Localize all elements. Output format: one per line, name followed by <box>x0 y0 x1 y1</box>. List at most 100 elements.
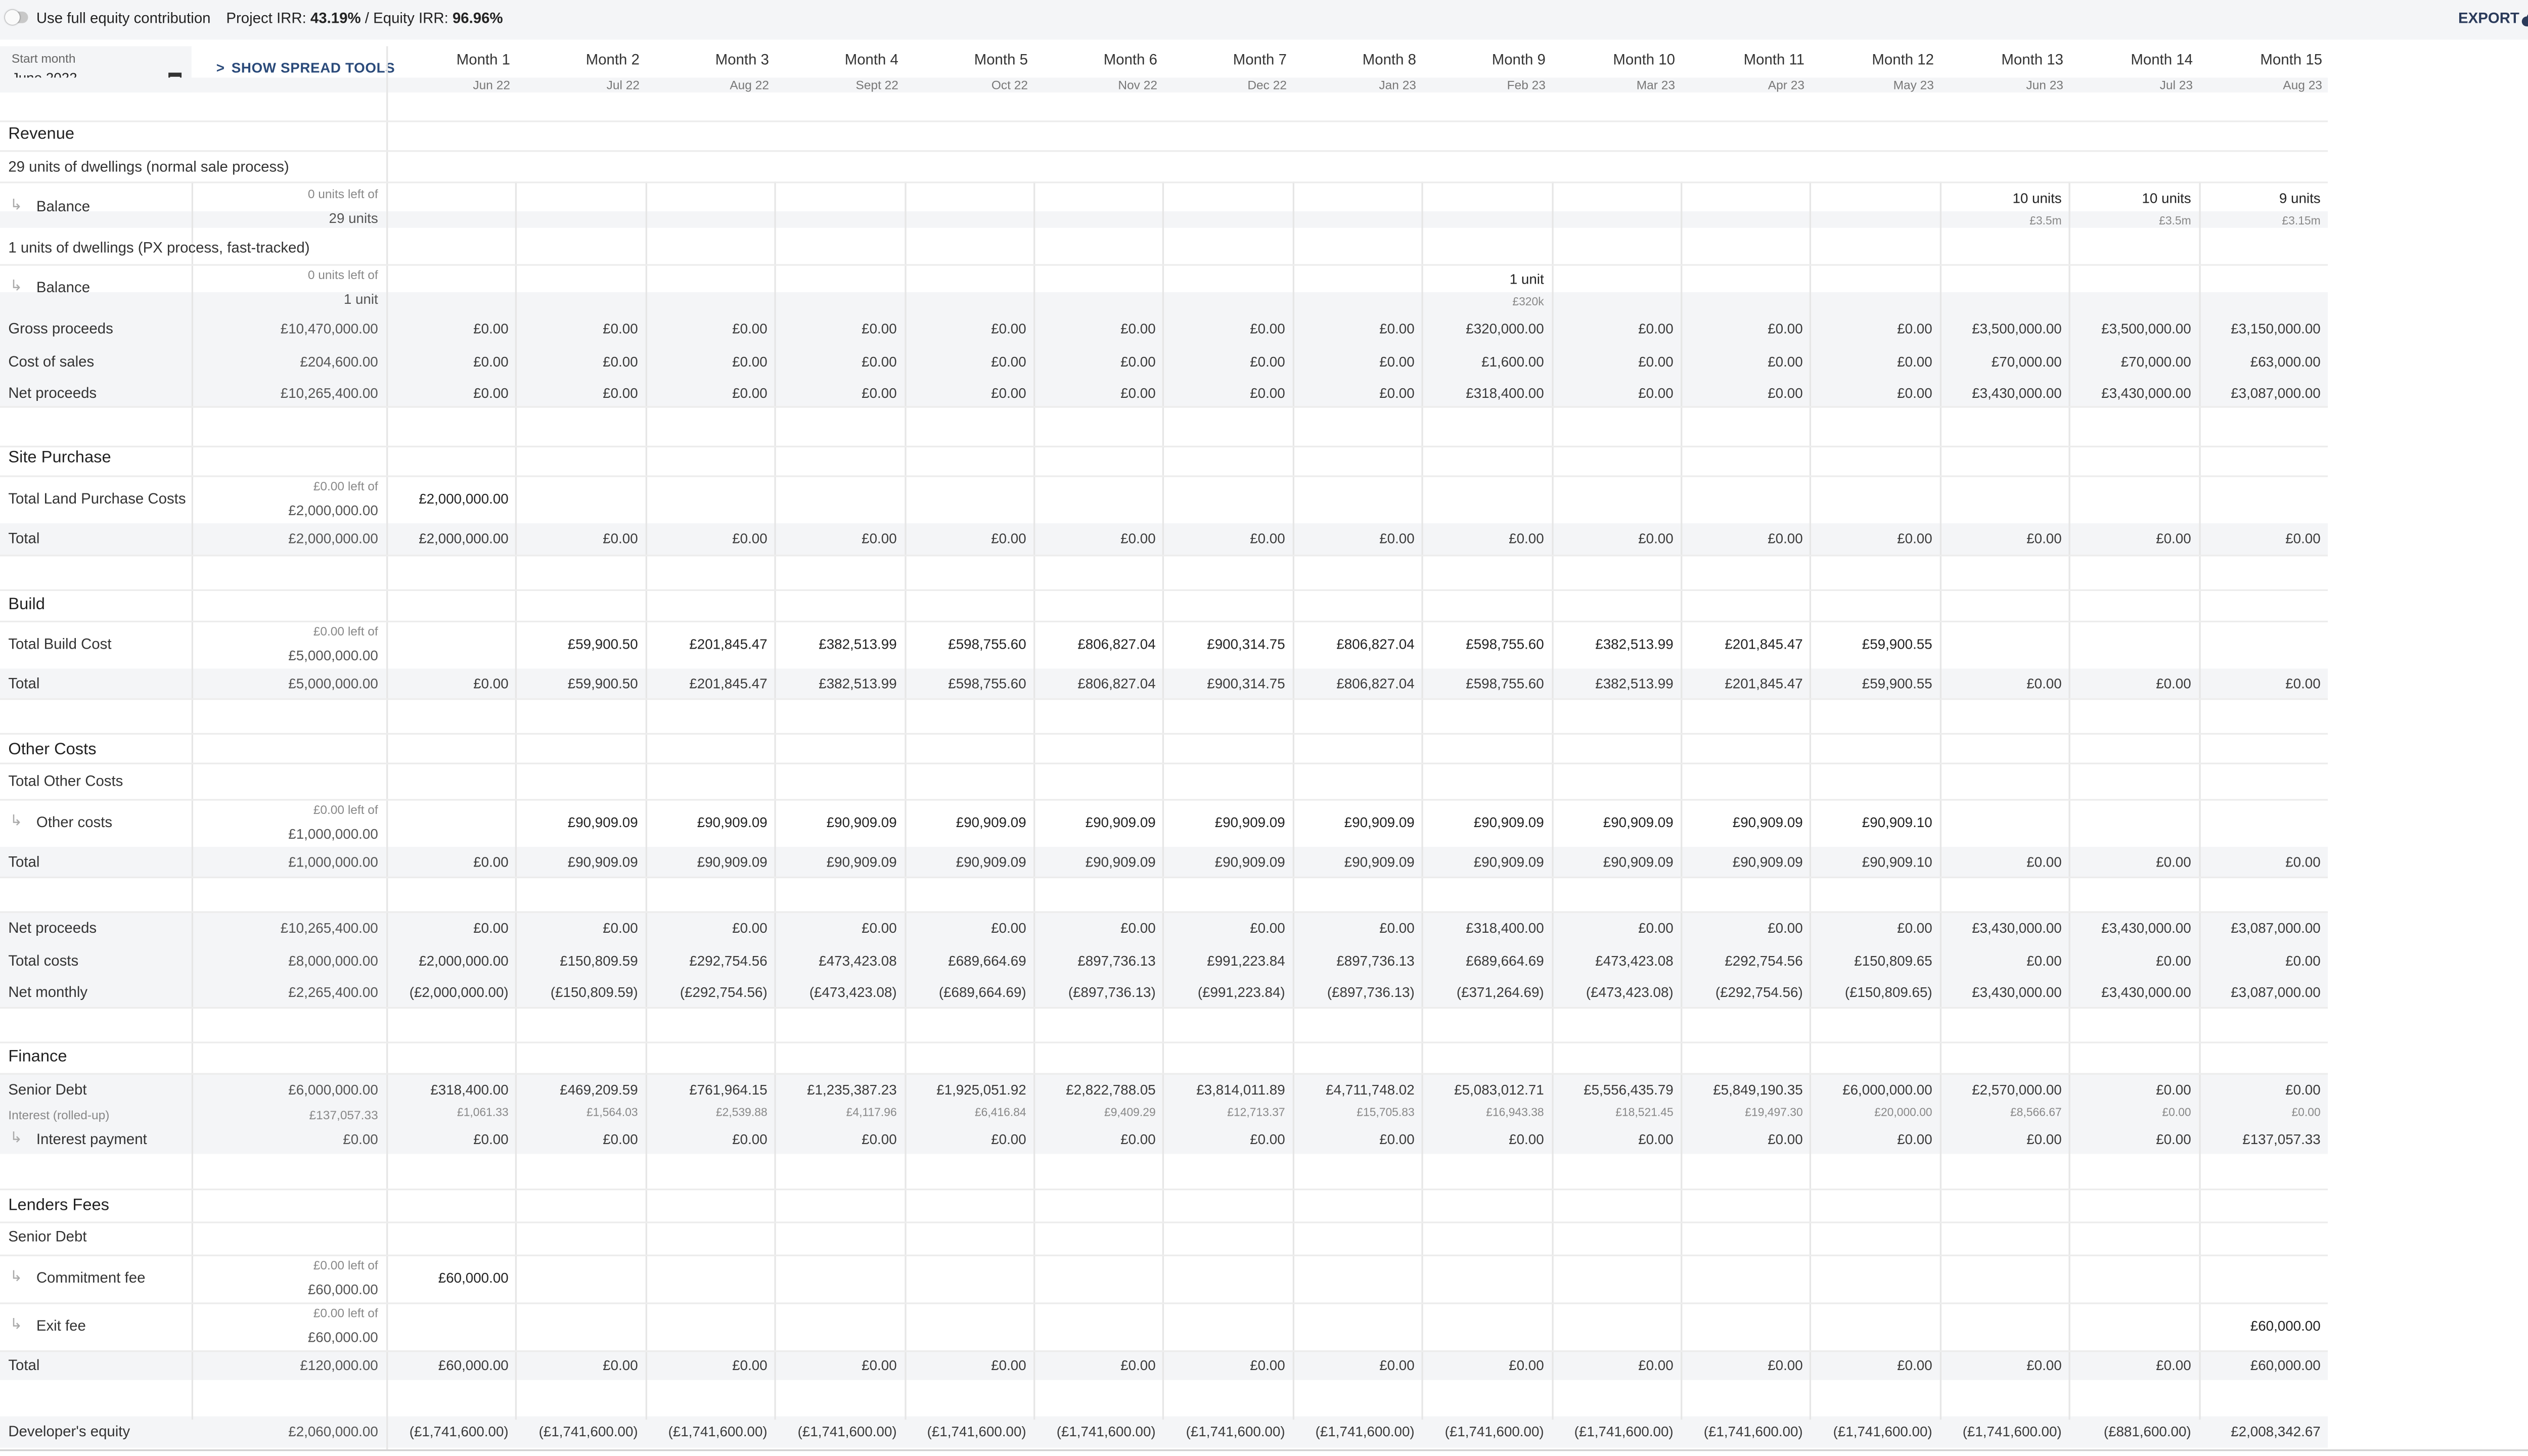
value-cell: (£991,223.84) <box>1197 984 1285 1000</box>
equity-toggle[interactable] <box>5 10 28 25</box>
row-divider <box>0 181 2328 184</box>
value-cell: £0.00 <box>2156 675 2191 692</box>
value-cell: £806,827.04 <box>1077 635 1156 652</box>
value-cell: (£897,736.13) <box>1327 984 1415 1000</box>
units-total: 29 units <box>329 209 378 226</box>
row-label: Senior Debt <box>8 1081 87 1098</box>
value-cell: £0.00 <box>1379 1357 1415 1374</box>
row-divider <box>0 264 2328 266</box>
value-cell: £63,000.00 <box>2250 352 2321 370</box>
value-cell: £90,909.09 <box>1085 813 1156 831</box>
value-cell: £90,909.09 <box>826 853 897 870</box>
value-cell: (£150,809.65) <box>1844 984 1932 1000</box>
value-cell: £150,809.65 <box>1854 951 1932 969</box>
value-cell: £70,000.00 <box>1991 352 2062 370</box>
show-spread-tools-button[interactable]: > SHOW SPREAD TOOLS <box>216 60 395 76</box>
value-cell: £90,909.09 <box>567 813 638 831</box>
cloud-download-icon[interactable] <box>2521 8 2528 28</box>
value-cell: £0.00 <box>1120 385 1156 402</box>
row-label: Net proceeds <box>8 385 97 402</box>
group-label: 1 units of dwellings (PX process, fast-t… <box>8 239 310 256</box>
row-total: £8,000,000.00 <box>288 951 378 969</box>
row-label: Gross proceeds <box>8 320 113 337</box>
amount-left: £0.00 left of <box>313 1258 378 1273</box>
value-cell: £6,000,000.00 <box>1842 1081 1932 1098</box>
row-label: Interest payment <box>36 1130 147 1148</box>
row-divider <box>0 1041 2328 1043</box>
row-divider <box>0 1302 2328 1304</box>
month-date: Aug 22 <box>730 77 769 93</box>
value-cell: £0.00 <box>1768 352 1803 370</box>
month-date: Oct 22 <box>991 77 1028 93</box>
amount-left: £0.00 left of <box>313 802 378 817</box>
export-button[interactable]: EXPORT <box>2458 10 2519 27</box>
group-label: 29 units of dwellings (normal sale proce… <box>8 158 289 175</box>
value-cell: £0.00 <box>1379 320 1415 337</box>
value-cell: £0.00 <box>732 919 768 936</box>
value-cell: £0.00 <box>862 320 897 337</box>
value-cell: £9,409.29 <box>1104 1108 1156 1119</box>
row-divider <box>0 120 2328 122</box>
value-cell: £0.00 <box>732 320 768 337</box>
value-cell: (£1,741,600.00) <box>1574 1423 1674 1440</box>
value-cell: £0.00 <box>1638 1357 1674 1374</box>
value-cell: £6,416.84 <box>974 1108 1026 1119</box>
row-divider <box>0 406 2328 408</box>
value-cell: £0.00 <box>2291 1108 2321 1119</box>
value-cell: £0.00 <box>862 385 897 402</box>
value-cell: £201,845.47 <box>1725 675 1803 692</box>
value-cell: £0.00 <box>473 853 509 870</box>
amount-total: £60,000.00 <box>307 1281 378 1298</box>
value-cell: £0.00 <box>991 919 1026 936</box>
value-cell: £90,909.10 <box>1862 813 1932 831</box>
value-cell: (£1,741,600.00) <box>927 1423 1026 1440</box>
value-cell: £0.00 <box>1250 352 1285 370</box>
value-cell: £0.00 <box>603 1357 638 1374</box>
value-cell: £0.00 <box>2156 1357 2191 1374</box>
row-divider <box>0 1254 2328 1256</box>
row-label: Total <box>8 853 40 870</box>
value-cell: £689,664.69 <box>1466 951 1544 969</box>
amount-total: £1,000,000.00 <box>288 825 378 842</box>
value-cell: (£150,809.59) <box>550 984 638 1000</box>
value-cell: £0.00 <box>991 385 1026 402</box>
value-cell: £90,909.09 <box>697 813 768 831</box>
value-cell: £3,430,000.00 <box>1972 385 2062 402</box>
value-cell: £0.00 <box>732 1357 768 1374</box>
month-header: Month 4 <box>844 51 898 68</box>
value-cell: £3,087,000.00 <box>2231 984 2321 1000</box>
row-label: Total <box>8 1357 40 1374</box>
value-cell: £3,150,000.00 <box>2231 320 2321 337</box>
value-cell: £59,900.50 <box>567 635 638 652</box>
value-cell: £0.00 <box>991 352 1026 370</box>
value-cell: £0.00 <box>473 320 509 337</box>
value-cell: £60,000.00 <box>2250 1317 2321 1334</box>
value-cell: £0.00 <box>1379 1130 1415 1148</box>
month-date: Nov 22 <box>1118 77 1157 93</box>
value-cell: (£1,741,600.00) <box>797 1423 897 1440</box>
month-date: Aug 23 <box>2283 77 2322 93</box>
value-cell: £292,754.56 <box>689 951 768 969</box>
row-label: Interest (rolled-up) <box>8 1108 110 1123</box>
month-date: Feb 23 <box>1507 77 1546 93</box>
value-cell: £0.00 <box>603 530 638 547</box>
group-label: Senior Debt <box>8 1228 87 1245</box>
value-cell: £2,570,000.00 <box>1972 1081 2062 1098</box>
value-cell: (£2,000,000.00) <box>409 984 509 1000</box>
value-cell: £0.00 <box>2285 951 2321 969</box>
indent-arrow-icon: ↳ <box>10 196 23 213</box>
value-cell: £4,117.96 <box>846 1108 897 1119</box>
value-cell: £0.00 <box>1897 1357 1932 1374</box>
value-cell: £90,909.09 <box>1344 853 1415 870</box>
row-total: £10,470,000.00 <box>280 320 378 337</box>
value-cell: £0.00 <box>2156 1081 2191 1098</box>
value-cell: £0.00 <box>473 919 509 936</box>
indent-arrow-icon: ↳ <box>10 812 23 829</box>
row-label: Exit fee <box>36 1317 86 1334</box>
month-header: Month 10 <box>1613 51 1675 68</box>
value-cell: £3,500,000.00 <box>2101 320 2191 337</box>
value-cell: £0.00 <box>1768 1357 1803 1374</box>
value-cell: £20,000.00 <box>1874 1108 1932 1119</box>
value-cell: £0.00 <box>2162 1108 2191 1119</box>
value-cell: £0.00 <box>2026 951 2062 969</box>
